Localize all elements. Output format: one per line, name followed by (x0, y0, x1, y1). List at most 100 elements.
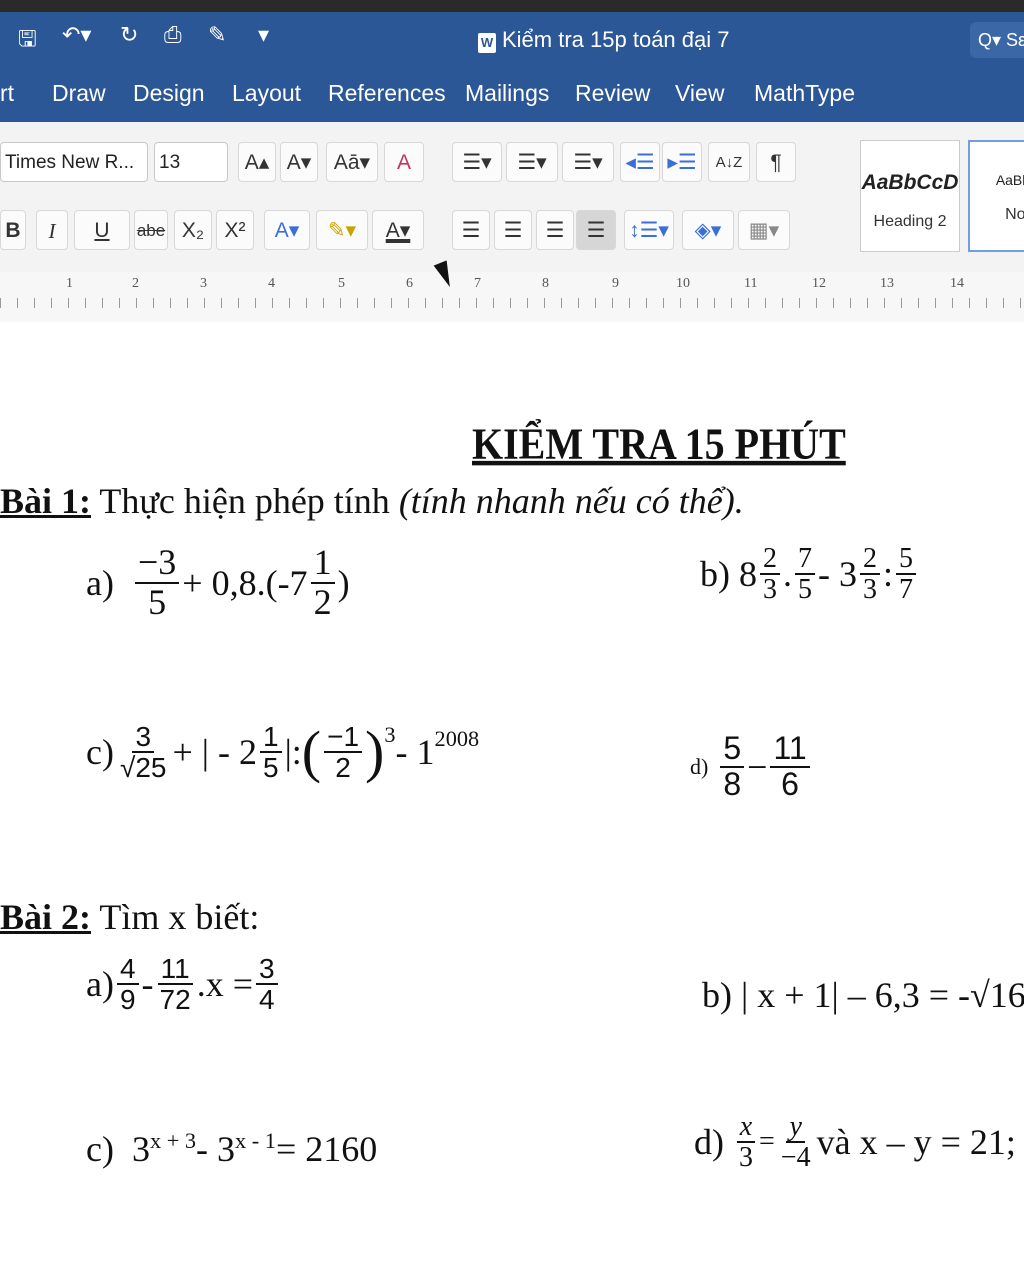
tab-design[interactable]: Design (133, 80, 205, 107)
ruler-number: 10 (676, 276, 690, 291)
denominator: 5 (798, 574, 812, 606)
style-heading-2[interactable]: AaBbCcD Heading 2 (860, 140, 960, 252)
strikethrough-button[interactable]: abe (134, 210, 168, 250)
align-right-button[interactable]: ☰ (536, 210, 574, 250)
redo-icon[interactable]: ↻ (120, 22, 138, 48)
show-formatting-marks-button[interactable]: ¶ (756, 142, 796, 182)
print-icon[interactable]: ⎙ (164, 22, 182, 48)
subscript-button[interactable]: X₂ (174, 210, 212, 250)
numbering-button[interactable]: ☰▾ (506, 142, 558, 182)
shading-button[interactable]: ◈▾ (682, 210, 734, 250)
ruler-ticks (0, 298, 1024, 308)
clear-formatting-button[interactable]: A (384, 142, 424, 182)
exponent: x + 3 (149, 1128, 197, 1153)
font-size-select[interactable]: 13 (154, 142, 228, 182)
save-icon[interactable]: 🖫 (18, 22, 37, 60)
exponent: 2008 (434, 726, 480, 751)
denominator: 2 (313, 581, 332, 622)
tab-view[interactable]: View (675, 80, 724, 107)
fraction: 12 (310, 543, 335, 622)
fraction: 75 (795, 544, 815, 605)
numerator: 1 (259, 722, 282, 754)
fraction: 57 (896, 544, 917, 606)
customize-toolbar-icon[interactable]: ▾ (258, 22, 269, 48)
underline-button[interactable]: U (74, 210, 130, 250)
numerator: −3 (134, 543, 180, 584)
right-parenthesis: ) (365, 719, 385, 785)
ruler-number: 3 (200, 276, 207, 291)
increase-indent-button[interactable]: ▸☰ (662, 142, 702, 182)
fraction: −3 5 (134, 543, 180, 622)
problem-label: b) 8 (700, 554, 757, 595)
numerator: 5 (896, 544, 917, 576)
align-left-button[interactable]: ☰ (452, 210, 490, 250)
align-center-button[interactable]: ☰ (494, 210, 532, 250)
window-title: W Kiểm tra 15p toán đại 7 (478, 27, 729, 53)
tab-references[interactable]: References (328, 80, 446, 107)
tab-draw[interactable]: Draw (52, 80, 106, 107)
tab-mailings[interactable]: Mailings (465, 80, 549, 107)
denominator: 6 (781, 765, 799, 802)
numerator: 2 (860, 544, 880, 576)
problem-1b: b) 8 23 . 75 - 3 23 : 57 (700, 544, 919, 605)
problem-2c: c) 3x + 3 - 3x - 1 = 2160 (86, 1128, 377, 1170)
grow-font-button[interactable]: A▴ (238, 142, 276, 182)
denominator: 7 (899, 574, 914, 606)
expression-text: ) (337, 562, 350, 603)
fraction: y −4 (778, 1112, 814, 1173)
line-spacing-button[interactable]: ↕☰▾ (624, 210, 674, 250)
expression-text: b) | x + 1| – 6,3 = -√16 (702, 975, 1024, 1015)
highlight-button[interactable]: ✎▾ (316, 210, 368, 250)
bold-button[interactable]: B (0, 210, 26, 250)
horizontal-ruler[interactable]: 1 2 3 4 5 6 7 8 9 10 11 12 13 14 (0, 272, 1024, 323)
bullets-button[interactable]: ☰▾ (452, 142, 502, 182)
numerator: 1 (310, 543, 335, 584)
italic-button[interactable]: I (36, 210, 68, 250)
document-page[interactable]: KIỂM TRA 15 PHÚT Bài 1: Thực hiện phép t… (0, 322, 1024, 1280)
decrease-indent-button[interactable]: ◂☰ (620, 142, 660, 182)
denominator: 3 (863, 574, 877, 606)
denominator: 2 (335, 752, 351, 784)
font-color-button[interactable]: A▾ (372, 210, 424, 250)
expression-text: - 1 (395, 732, 435, 773)
style-sample: AaBbCcD (861, 171, 959, 194)
problem-1a: a) −3 5 + 0,8.(-7 12 ) (86, 543, 350, 622)
bai-1-text: Thực hiện phép tính (91, 481, 399, 521)
expression-text: - 3 (818, 554, 857, 595)
text-effects-button[interactable]: A▾ (264, 210, 310, 250)
expression-text: - (141, 964, 154, 1005)
ruler-number: 7 (474, 276, 481, 291)
fraction: 58 (720, 731, 745, 801)
problem-label: c) (86, 1129, 114, 1169)
undo-icon[interactable]: ↶▾ (62, 22, 91, 48)
style-name: Nor (1005, 206, 1024, 223)
expression-text: = (759, 1126, 775, 1158)
tab-mathtype[interactable]: MathType (754, 80, 855, 107)
tab-layout[interactable]: Layout (232, 80, 301, 107)
superscript-button[interactable]: X² (216, 210, 254, 250)
borders-button[interactable]: ▦▾ (738, 210, 790, 250)
numerator: x (736, 1112, 756, 1144)
sort-button[interactable]: A↓Z (708, 142, 750, 182)
search-box[interactable]: Q▾ Sε (970, 22, 1024, 58)
problem-2b: b) | x + 1| – 6,3 = -√16 (702, 974, 1024, 1016)
style-normal[interactable]: AaBbC Nor (968, 140, 1024, 252)
fraction: 23 (760, 544, 780, 605)
problem-label: d) (694, 1122, 724, 1163)
fraction: 15 (259, 722, 282, 783)
denominator: 5 (148, 581, 167, 622)
ruler-number: 4 (268, 276, 275, 291)
font-name-select[interactable]: Times New R... (0, 142, 148, 182)
justify-button[interactable]: ☰ (576, 210, 616, 250)
edit-icon[interactable]: ✎ (208, 22, 226, 48)
tab-review[interactable]: Review (575, 80, 650, 107)
numerator: 3 (256, 954, 278, 986)
shrink-font-button[interactable]: A▾ (280, 142, 318, 182)
multilevel-list-button[interactable]: ☰▾ (562, 142, 614, 182)
ruler-number: 6 (406, 276, 413, 291)
bai-1-label: Bài 1: (0, 481, 92, 521)
expression-text: 3 (131, 1129, 150, 1169)
tab-insert[interactable]: rt (0, 80, 14, 107)
change-case-button[interactable]: Aā▾ (326, 142, 378, 182)
denominator: 3 (763, 574, 777, 606)
